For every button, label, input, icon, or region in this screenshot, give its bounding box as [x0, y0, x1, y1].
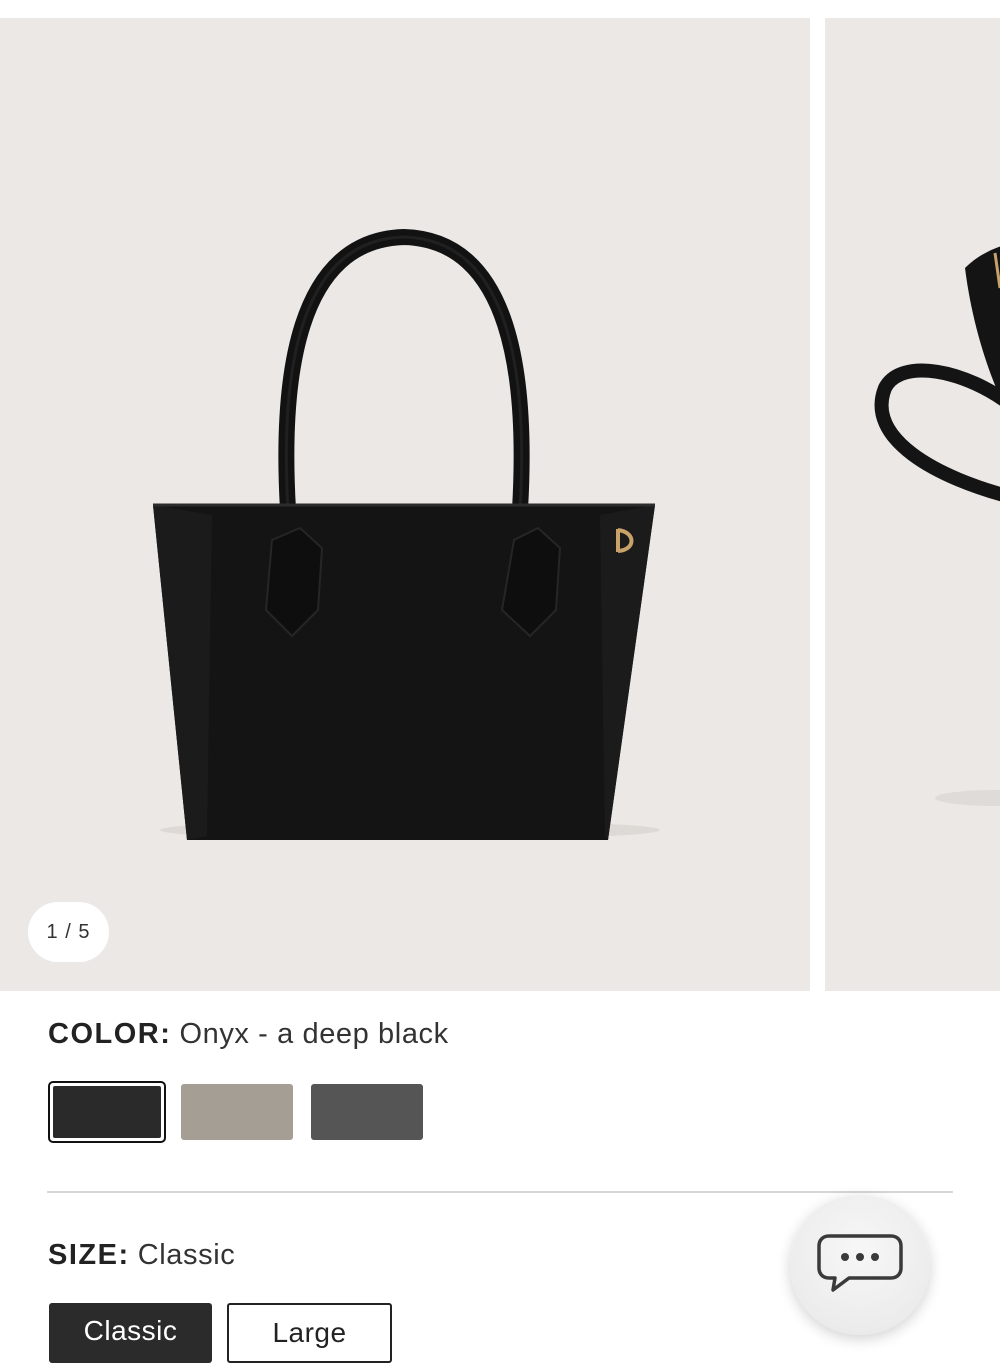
product-image-slide-next[interactable]	[825, 18, 1000, 991]
size-option-label: SIZE:	[48, 1239, 130, 1271]
color-swatch-onyx[interactable]	[48, 1081, 166, 1143]
color-option-heading: COLOR: Onyx - a deep black	[48, 1014, 449, 1054]
color-option-value: Onyx - a deep black	[179, 1018, 449, 1050]
tote-bag-image	[153, 228, 660, 840]
size-button-large[interactable]: Large	[227, 1303, 392, 1363]
size-option-heading: SIZE: Classic	[48, 1235, 235, 1275]
color-option-label: COLOR:	[48, 1018, 172, 1050]
size-option-value: Classic	[137, 1239, 236, 1271]
color-swatch-graphite[interactable]	[311, 1084, 423, 1140]
image-counter-badge: 1 / 5	[28, 902, 109, 962]
product-image-slide[interactable]	[0, 18, 810, 991]
color-swatch-fill	[53, 1086, 161, 1138]
color-swatch-taupe[interactable]	[181, 1084, 293, 1140]
chat-bubble-icon	[817, 1234, 903, 1292]
chat-button[interactable]	[790, 1195, 930, 1335]
product-image-carousel[interactable]: 1 / 5	[0, 18, 1000, 991]
size-button-classic[interactable]: Classic	[49, 1303, 212, 1363]
section-divider	[47, 1191, 953, 1193]
tote-bag-side-image	[874, 246, 1000, 806]
